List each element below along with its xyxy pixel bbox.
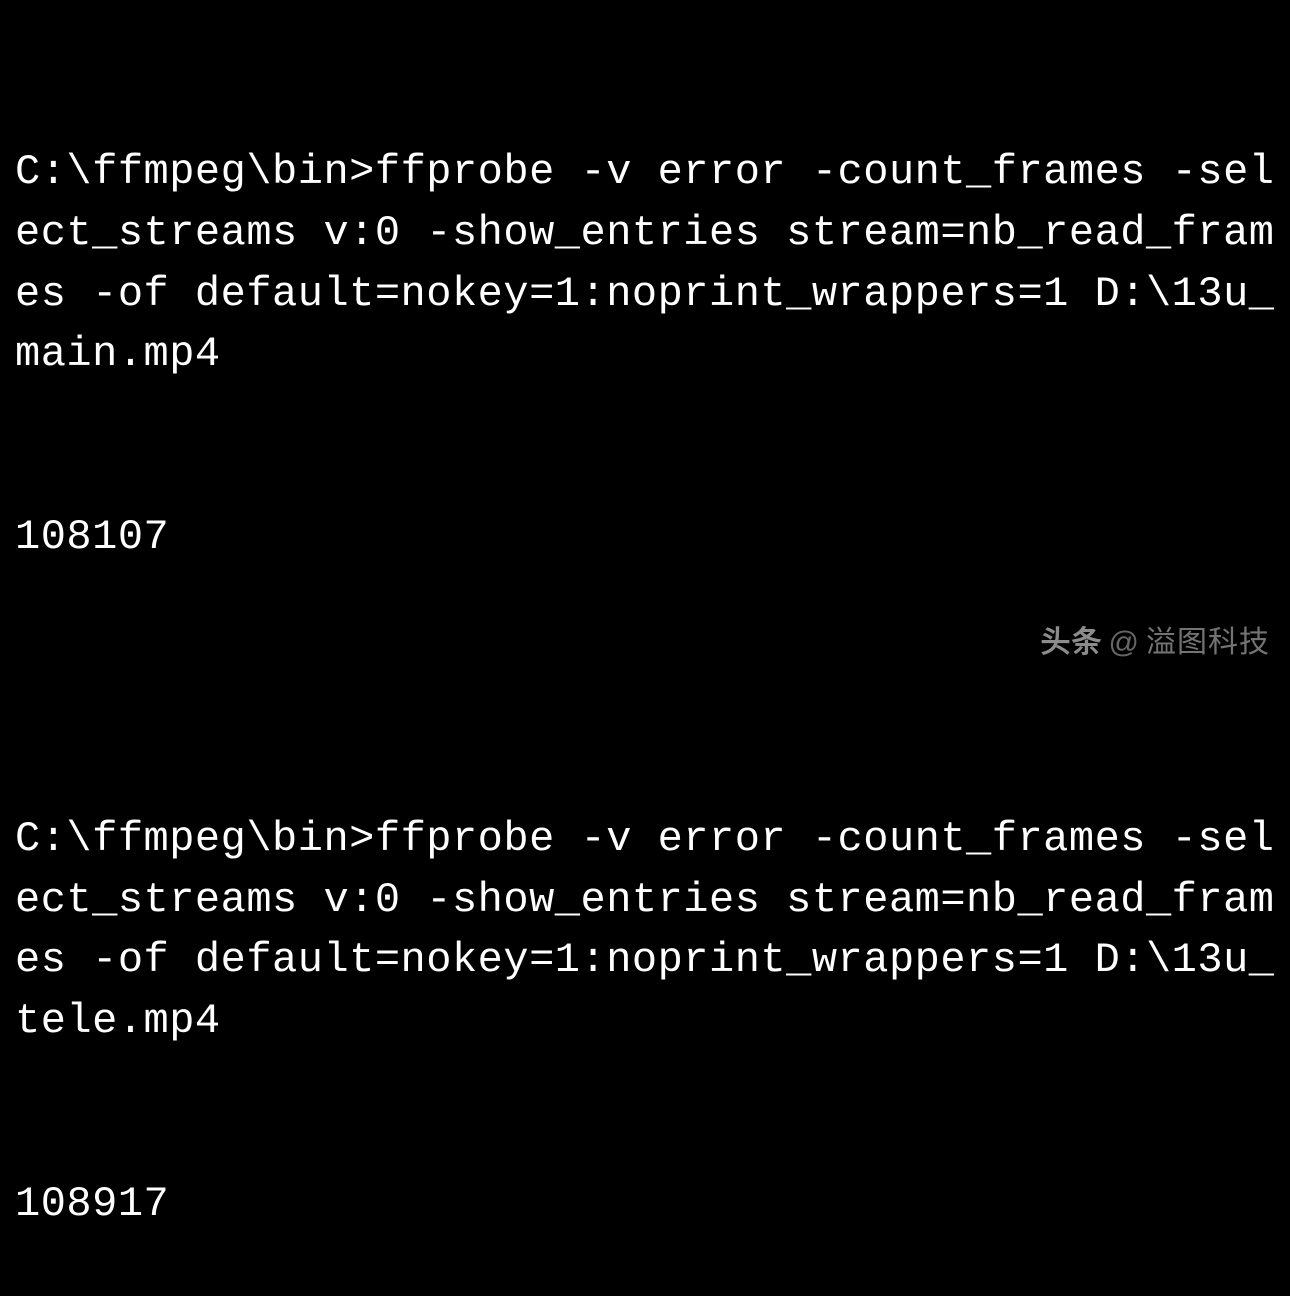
- terminal-command-block-2: C:\ffmpeg\bin>ffprobe -v error -count_fr…: [15, 687, 1275, 1296]
- command-output-1: 108107: [15, 507, 1275, 568]
- watermark-brand: 头条: [1041, 621, 1103, 665]
- prompt-path: C:\ffmpeg\bin>: [15, 815, 375, 863]
- watermark-author: 溢图科技: [1146, 621, 1270, 665]
- watermark-at: @: [1109, 621, 1140, 665]
- command-line-2: C:\ffmpeg\bin>ffprobe -v error -count_fr…: [15, 809, 1275, 1053]
- command-output-2: 108917: [15, 1174, 1275, 1235]
- watermark: 头条 @ 溢图科技: [1041, 621, 1270, 665]
- command-line-1: C:\ffmpeg\bin>ffprobe -v error -count_fr…: [15, 142, 1275, 386]
- terminal-command-block-1: C:\ffmpeg\bin>ffprobe -v error -count_fr…: [15, 20, 1275, 629]
- prompt-path: C:\ffmpeg\bin>: [15, 148, 375, 196]
